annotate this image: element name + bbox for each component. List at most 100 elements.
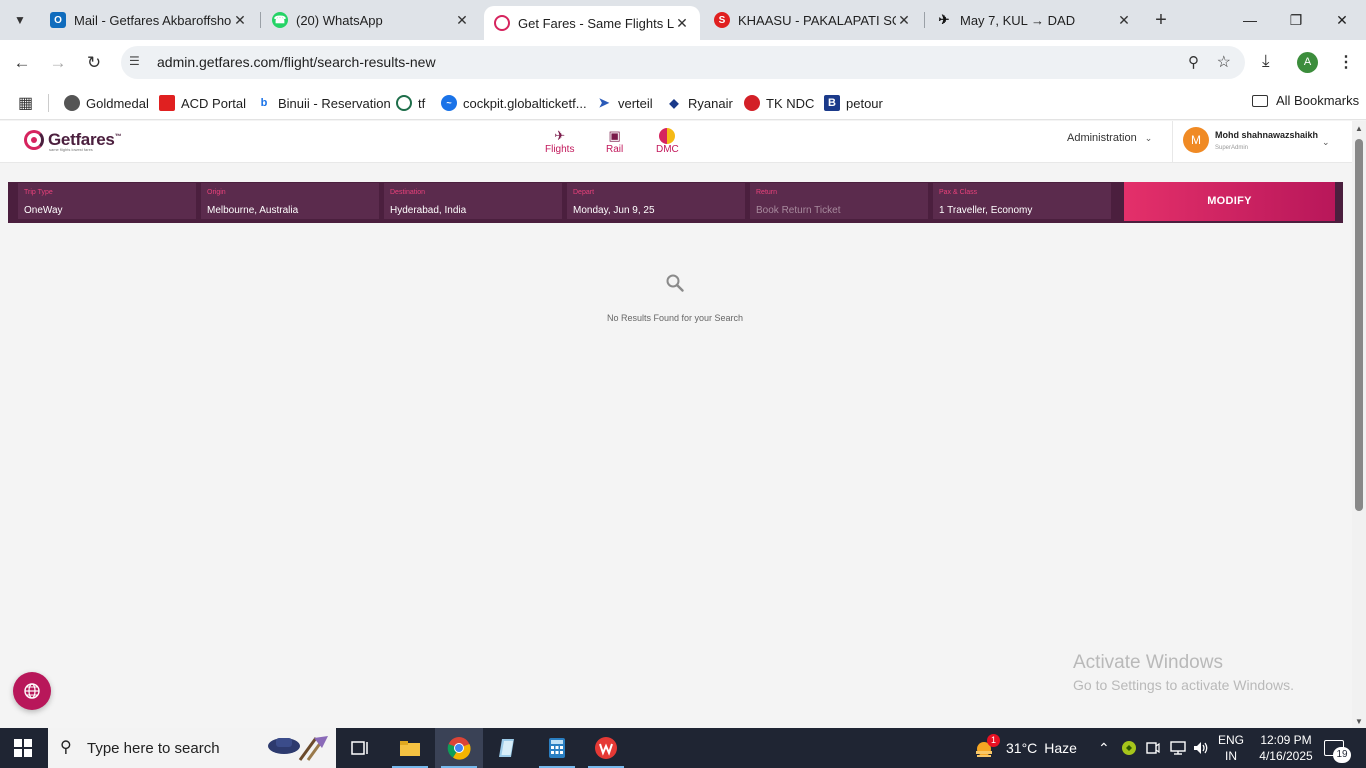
bookmark-tf[interactable]: tf [396, 93, 425, 113]
taskbar-chrome[interactable] [435, 728, 483, 768]
nav-label: DMC [656, 144, 679, 155]
network-icon [1170, 741, 1186, 755]
return-date-field[interactable]: Return Book Return Ticket [750, 183, 928, 219]
bookmarks-divider [48, 94, 49, 112]
browser-tab-getfares[interactable]: Get Fares - Same Flights Low ✕ [484, 6, 700, 40]
close-icon[interactable]: ✕ [1116, 12, 1132, 29]
bookmark-star-icon[interactable]: ☆ [1217, 52, 1231, 72]
getfares-icon [494, 15, 510, 31]
field-value: Book Return Ticket [756, 205, 841, 216]
administration-menu[interactable]: Administration ⌄ [1067, 132, 1152, 144]
show-hidden-icons[interactable]: ⌃ [1098, 728, 1110, 768]
header-divider [1172, 121, 1173, 163]
field-label: Depart [573, 189, 595, 196]
activate-windows-title: Activate Windows [1073, 652, 1223, 673]
minimize-button[interactable]: — [1238, 8, 1262, 32]
nav-rail[interactable]: ▣ Rail [606, 128, 623, 155]
taskbar-calculator[interactable] [533, 728, 581, 768]
download-icon[interactable]: ⤓ [1262, 51, 1270, 71]
nav-dmc[interactable]: DMC [656, 128, 679, 155]
address-bar[interactable]: ☰ admin.getfares.com/flight/search-resul… [121, 46, 1245, 79]
volume-icon [1194, 742, 1208, 754]
destination-field[interactable]: Destination Hyderabad, India [384, 183, 562, 219]
taskbar-wps-office[interactable] [582, 728, 630, 768]
browser-tab-whatsapp[interactable]: ☎ (20) WhatsApp ✕ [262, 6, 480, 34]
trip-type-field[interactable]: Trip Type OneWay [18, 183, 196, 219]
close-window-button[interactable]: ✕ [1330, 8, 1354, 32]
tab-search-chevron-icon[interactable]: ▼ [8, 8, 32, 32]
chevron-down-icon[interactable]: ⌄ [1322, 137, 1330, 148]
tf-icon [396, 95, 412, 111]
bookmark-binuii[interactable]: b Binuii - Reservation [256, 93, 391, 113]
field-value: Monday, Jun 9, 25 [573, 205, 655, 216]
scrollbar-thumb[interactable] [1355, 139, 1363, 511]
input-language[interactable]: ENG IN [1218, 732, 1244, 764]
language-globe-button[interactable] [13, 672, 51, 710]
b-square-icon: B [824, 95, 840, 111]
bookmark-label: Binuii - Reservation [278, 95, 391, 111]
browser-tab-flight[interactable]: ✈ May 7, KUL → DAD ✕ [926, 6, 1142, 34]
tab-divider [924, 12, 925, 28]
bookmark-verteil[interactable]: ➤ verteil [596, 93, 653, 113]
origin-field[interactable]: Origin Melbourne, Australia [201, 183, 379, 219]
bookmark-ryanair[interactable]: ◆ Ryanair [666, 93, 733, 113]
user-name[interactable]: Mohd shahnawazshaikh [1215, 130, 1318, 140]
dmc-icon [659, 128, 676, 144]
depart-date-field[interactable]: Depart Monday, Jun 9, 25 [567, 183, 745, 219]
tray-volume[interactable] [1192, 728, 1210, 768]
close-icon[interactable]: ✕ [896, 12, 912, 29]
all-bookmarks-button[interactable]: All Bookmarks [1252, 93, 1359, 108]
scroll-down-icon[interactable]: ▼ [1355, 717, 1363, 726]
windows-start-button[interactable] [14, 739, 32, 757]
bookmark-tk-ndc[interactable]: TK NDC [744, 93, 814, 113]
url-text[interactable]: admin.getfares.com/flight/search-results… [157, 54, 436, 70]
scroll-up-icon[interactable]: ▲ [1355, 124, 1363, 133]
bookmark-label: TK NDC [766, 95, 815, 111]
weather-widget[interactable]: 1 31°C Haze [974, 728, 1077, 768]
site-info-icon[interactable]: ☰ [129, 54, 140, 68]
logo-mark-icon [24, 130, 44, 150]
taskbar-search-box[interactable]: ⚲ Type here to search [48, 728, 336, 768]
forward-button[interactable]: → [46, 51, 70, 75]
browser-tab-khaasu[interactable]: S KHAASU - PAKALAPATI SOLO ✕ [704, 6, 922, 34]
bookmark-label: ACD Portal [181, 95, 247, 111]
bookmark-cockpit[interactable]: ~ cockpit.globalticketf... [441, 93, 587, 113]
ryanair-icon: ◆ [666, 95, 682, 111]
browser-tab-mail[interactable]: O Mail - Getfares Akbaroffshore ✕ [40, 6, 258, 34]
bookmark-acd-portal[interactable]: ACD Portal [159, 93, 246, 113]
reload-button[interactable]: ↻ [82, 51, 106, 75]
back-button[interactable]: ← [10, 51, 34, 75]
restore-button[interactable]: ❐ [1284, 8, 1308, 32]
tray-network[interactable] [1169, 728, 1187, 768]
user-avatar[interactable]: M [1183, 127, 1209, 153]
pax-class-field[interactable]: Pax & Class 1 Traveller, Economy [933, 183, 1111, 219]
apps-grid-icon[interactable]: ▦ [18, 93, 33, 113]
field-value: OneWay [24, 205, 63, 216]
field-label: Trip Type [24, 189, 53, 196]
bookmark-label: tf [418, 95, 426, 111]
taskbar-clock[interactable]: 12:09 PM 4/16/2025 [1256, 732, 1316, 764]
tab-divider [260, 12, 261, 28]
logo-tagline: same flights lowest fares [49, 147, 93, 152]
taskbar-file-explorer[interactable] [386, 728, 434, 768]
close-icon[interactable]: ✕ [454, 12, 470, 29]
task-view-button[interactable] [336, 728, 384, 768]
zoom-icon[interactable]: ⚲ [1188, 53, 1199, 71]
nav-flights[interactable]: ✈ Flights [545, 128, 574, 155]
bookmark-label: cockpit.globalticketf... [463, 95, 587, 111]
bookmark-goldmedal[interactable]: Goldmedal [64, 93, 149, 113]
close-icon[interactable]: ✕ [232, 12, 248, 29]
field-label: Pax & Class [939, 189, 978, 196]
tray-meet-icon[interactable] [1146, 728, 1160, 768]
site-header: Getfares™ same flights lowest fares ✈ Fl… [0, 121, 1352, 163]
profile-avatar[interactable]: A [1297, 52, 1318, 73]
modify-search-button[interactable]: MODIFY [1124, 182, 1335, 221]
close-icon[interactable]: ✕ [674, 15, 690, 32]
taskbar-app-notepad[interactable] [484, 728, 532, 768]
tray-app-icon[interactable] [1121, 728, 1137, 768]
page-scrollbar[interactable]: ▲ ▼ [1352, 121, 1366, 728]
bookmark-petour[interactable]: Bpetour [824, 93, 883, 113]
browser-menu-icon[interactable]: ⋮ [1338, 52, 1354, 72]
verteil-icon: ➤ [596, 95, 612, 111]
new-tab-button[interactable]: + [1150, 9, 1172, 31]
